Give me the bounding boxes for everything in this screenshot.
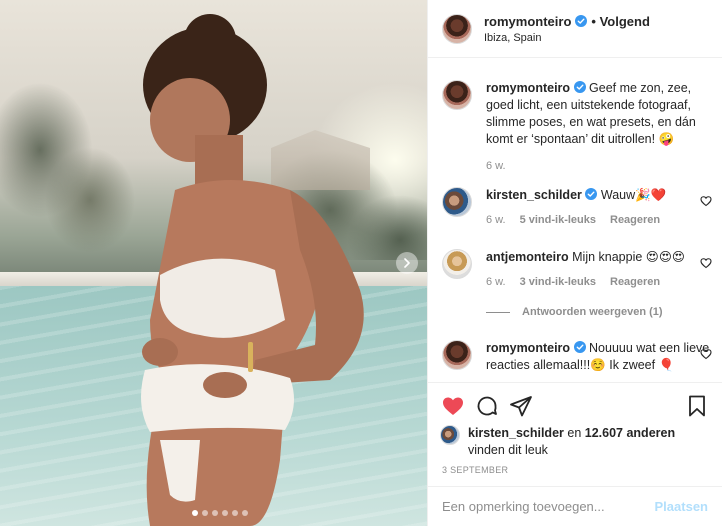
post-header: romymonteiro • Volgend Ibiza, Spain xyxy=(428,0,722,58)
carousel-dot xyxy=(212,510,218,516)
comment-input[interactable] xyxy=(442,499,655,514)
comment-username[interactable]: romymonteiro xyxy=(486,341,570,355)
comment-item: kirsten_schilder Wauw🎉❤️ 6 w. 5 vind-ik-… xyxy=(442,187,714,226)
carousel-dot xyxy=(222,510,228,516)
caption: romymonteiro Geef me zon, zee, goed lich… xyxy=(442,80,714,172)
save-button[interactable] xyxy=(684,393,710,419)
caption-time[interactable]: 6 w. xyxy=(486,160,506,172)
author-username[interactable]: romymonteiro xyxy=(484,14,571,29)
likes-summary: kirsten_schilder en 12.607 anderen vinde… xyxy=(440,425,710,459)
add-comment-bar: Plaatsen xyxy=(428,486,722,526)
post-side-panel: romymonteiro • Volgend Ibiza, Spain romy… xyxy=(427,0,722,526)
share-button[interactable] xyxy=(508,393,534,419)
comment-likes[interactable]: 3 vind-ik-leuks xyxy=(520,276,596,288)
post-comment-button[interactable]: Plaatsen xyxy=(655,499,708,514)
likes-suffix: vinden dit leuk xyxy=(468,443,548,457)
next-image-button[interactable] xyxy=(396,252,418,274)
verified-badge-icon xyxy=(573,81,586,93)
post-date[interactable]: 3 SEPTEMBER xyxy=(442,465,710,475)
commenter-avatar[interactable] xyxy=(442,249,472,279)
next-arrow-icon xyxy=(404,258,410,268)
comment-text: Mijn knappie 😍😍😍 xyxy=(572,250,685,264)
share-icon xyxy=(510,396,532,417)
bookmark-icon xyxy=(689,395,705,417)
follow-status-button[interactable]: • Volgend xyxy=(591,14,649,29)
liker-username[interactable]: kirsten_schilder xyxy=(468,426,564,440)
action-icons xyxy=(440,393,710,419)
carousel-dot xyxy=(242,510,248,516)
heart-icon[interactable] xyxy=(700,257,712,269)
comment-time[interactable]: 6 w. xyxy=(486,214,506,226)
caption-username[interactable]: romymonteiro xyxy=(486,81,570,95)
comment-username[interactable]: kirsten_schilder xyxy=(486,188,582,202)
post-actions: kirsten_schilder en 12.607 anderen vinde… xyxy=(428,382,722,475)
caption-avatar[interactable] xyxy=(442,80,472,110)
carousel-dot xyxy=(192,510,198,516)
post-location[interactable]: Ibiza, Spain xyxy=(484,32,650,44)
woman-figure xyxy=(141,14,364,526)
carousel-indicator xyxy=(192,510,248,516)
comment-time[interactable]: 6 w. xyxy=(486,276,506,288)
verified-badge-icon xyxy=(585,188,598,200)
commenter-avatar[interactable] xyxy=(442,187,472,217)
comment-button[interactable] xyxy=(474,393,500,419)
comment-username[interactable]: antjemonteiro xyxy=(486,250,569,264)
likes-connector: en xyxy=(567,426,582,440)
comment-item: antjemonteiro Mijn knappie 😍😍😍 6 w. 3 vi… xyxy=(442,249,714,288)
comment-text: Wauw🎉❤️ xyxy=(600,188,667,202)
author-avatar[interactable] xyxy=(442,13,472,44)
likes-count[interactable]: 12.607 anderen xyxy=(585,426,675,440)
comment-likes[interactable]: 5 vind-ik-leuks xyxy=(520,214,596,226)
reply-button[interactable]: Reageren xyxy=(610,214,660,226)
comments-list[interactable]: romymonteiro Geef me zon, zee, goed lich… xyxy=(428,60,722,382)
heart-icon[interactable] xyxy=(700,195,712,207)
heart-icon xyxy=(443,397,463,415)
comment-icon xyxy=(477,396,497,416)
view-replies-label: Antwoorden weergeven (1) xyxy=(522,306,663,318)
carousel-dot xyxy=(232,510,238,516)
reply-button[interactable]: Reageren xyxy=(610,276,660,288)
commenter-avatar[interactable] xyxy=(442,340,472,370)
liker-avatar[interactable] xyxy=(440,425,460,445)
verified-badge-icon xyxy=(573,341,586,353)
heart-icon[interactable] xyxy=(700,348,712,360)
comment-item: romymonteiro Nouuuu wat een lieve reacti… xyxy=(442,340,714,374)
verified-badge-icon xyxy=(575,15,588,27)
like-button[interactable] xyxy=(440,393,466,419)
post-photo[interactable] xyxy=(0,0,427,526)
carousel-dot xyxy=(202,510,208,516)
view-replies-button[interactable]: Antwoorden weergeven (1) xyxy=(486,306,663,318)
replies-divider xyxy=(486,311,510,313)
